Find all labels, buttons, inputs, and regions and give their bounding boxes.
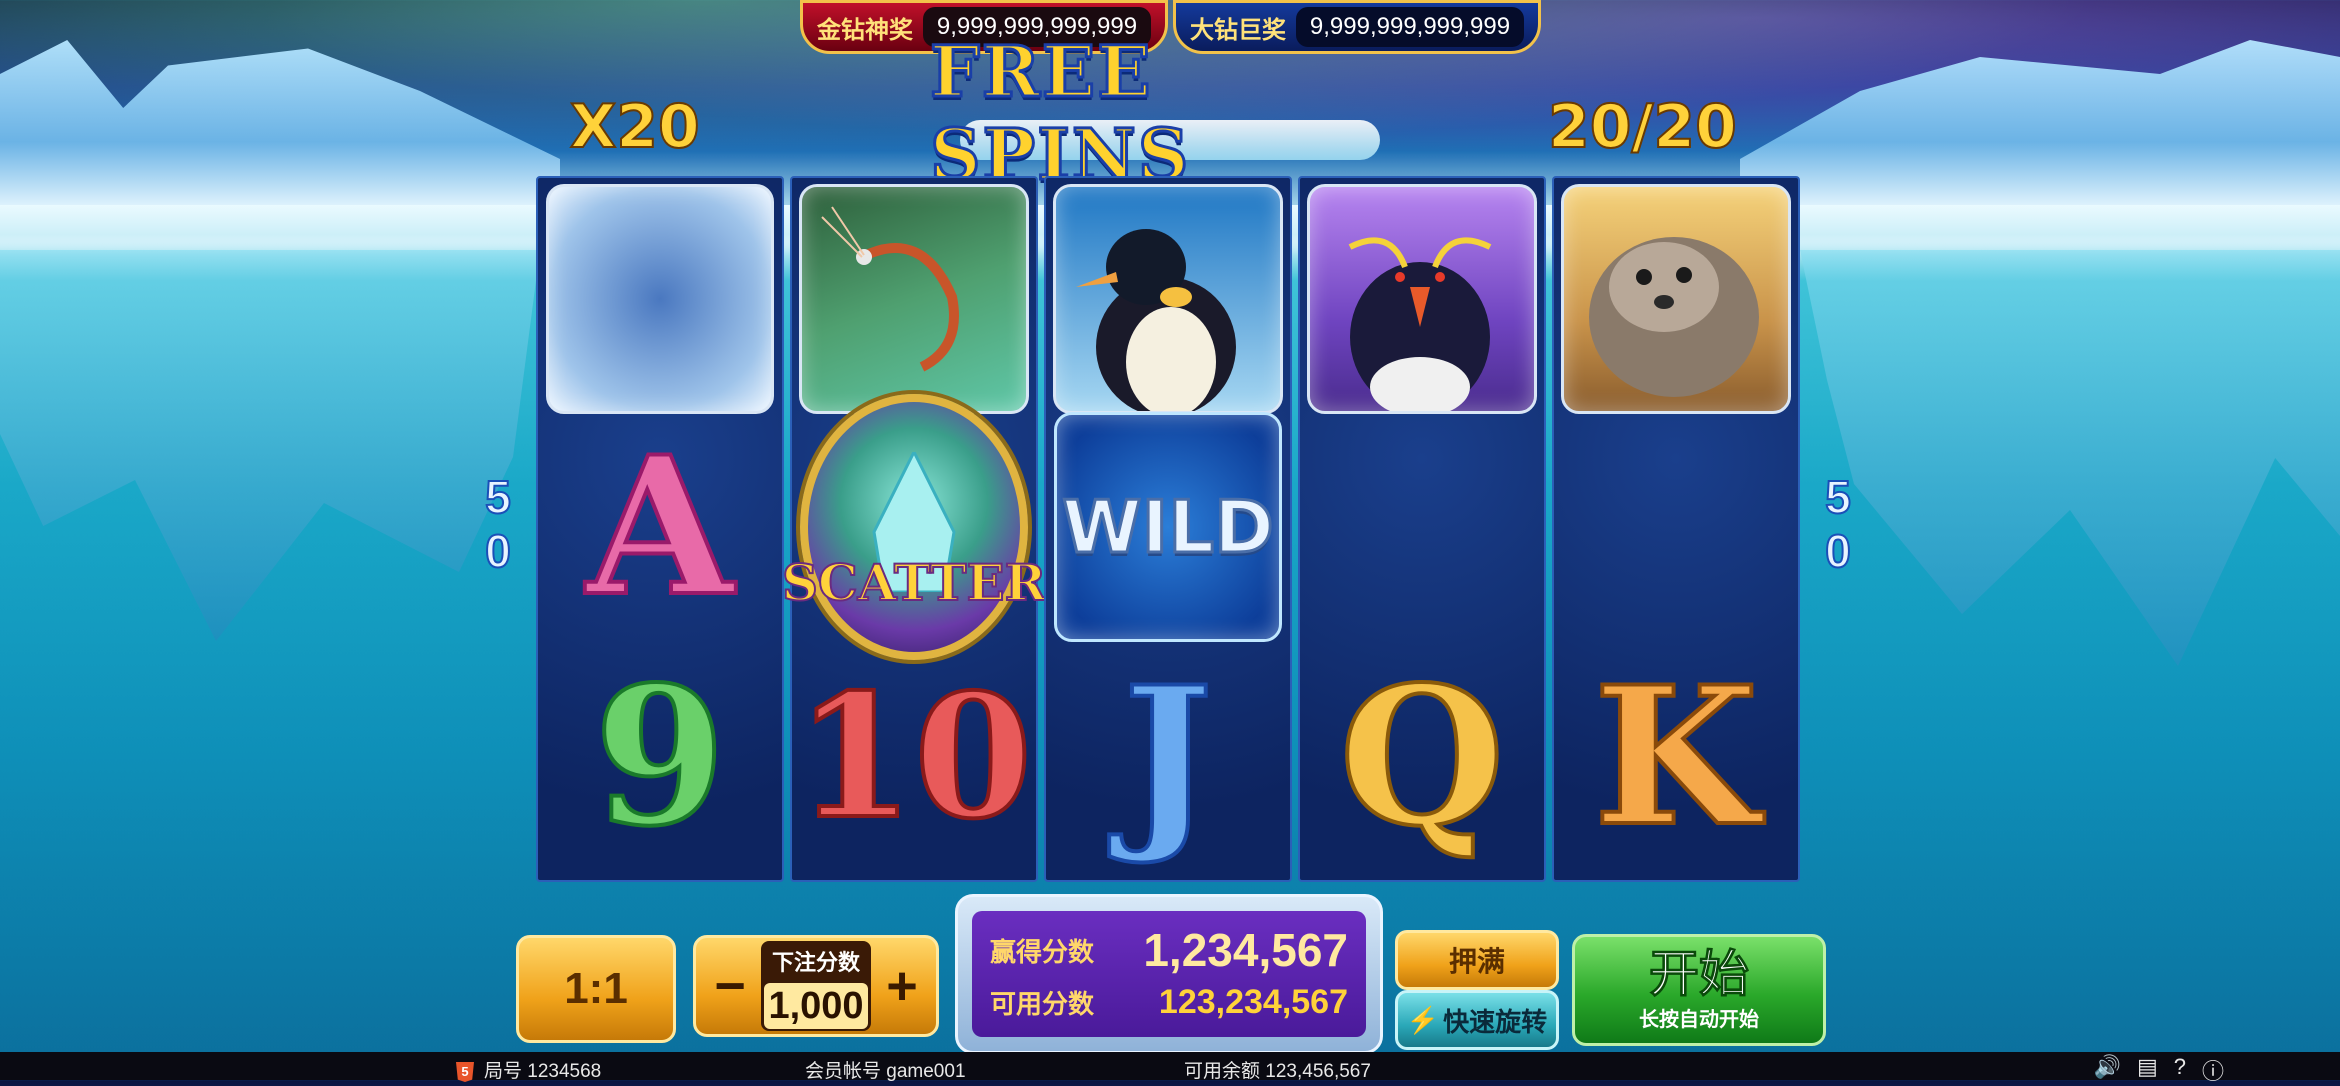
reel-1: A 9 bbox=[536, 176, 784, 882]
reel-cell bbox=[1053, 184, 1283, 417]
seal-symbol bbox=[1561, 184, 1791, 414]
lines-digit: 5 bbox=[1824, 470, 1852, 524]
history-icon[interactable]: ▤ bbox=[2137, 1054, 2158, 1086]
lightning-icon: ⚡ bbox=[1406, 1004, 1440, 1035]
score-panel: 赢得分数 1,234,567 可用分数 123,234,567 bbox=[955, 894, 1383, 1054]
credit-value: 123,234,567 bbox=[1158, 983, 1348, 1021]
wild-symbol: WILD bbox=[1054, 412, 1282, 642]
bet-increase-button[interactable]: + bbox=[882, 955, 922, 1017]
start-label: 开始 bbox=[1649, 945, 1750, 1002]
reel-cell: K bbox=[1562, 644, 1790, 870]
reel-cell bbox=[1561, 184, 1791, 414]
ice-block-symbol bbox=[546, 184, 774, 414]
bet-display: 下注分数 1,000 bbox=[761, 941, 871, 1031]
bet-selector: − 下注分数 1,000 + bbox=[693, 935, 939, 1037]
reel-5: K bbox=[1552, 176, 1800, 882]
free-spins-banner: FREE SPINS bbox=[929, 29, 1410, 198]
credit-label: 可用分数 bbox=[990, 989, 1095, 1019]
reel-cell bbox=[1308, 414, 1536, 640]
jackpot-label: 金钻神奖 bbox=[817, 16, 913, 44]
letter-k-symbol: K bbox=[1591, 645, 1760, 868]
lines-indicator-right: 5 0 bbox=[1818, 470, 1858, 578]
win-label: 赢得分数 bbox=[990, 936, 1095, 967]
emperor-penguin-icon bbox=[1076, 229, 1236, 417]
shrimp-icon bbox=[821, 206, 959, 372]
scatter-symbol: SCATTER bbox=[781, 394, 1047, 660]
scatter-label: SCATTER bbox=[781, 552, 1047, 613]
rockhopper-penguin-icon bbox=[1348, 237, 1492, 417]
win-row: 赢得分数 1,234,567 bbox=[990, 923, 1348, 977]
bet-label: 下注分数 bbox=[771, 950, 860, 975]
bet-value: 1,000 bbox=[764, 983, 868, 1029]
letter-j-symbol: J bbox=[1121, 645, 1215, 868]
reel-2: SCATTER 10 bbox=[781, 176, 1047, 882]
help-icon[interactable]: ? bbox=[2174, 1054, 2186, 1086]
reel-cell: SCATTER bbox=[781, 394, 1047, 660]
html5-icon: 5 bbox=[456, 1061, 474, 1082]
lines-digit: 5 bbox=[484, 470, 512, 524]
reel-cell bbox=[1307, 184, 1537, 417]
ratio-button[interactable]: 1:1 bbox=[516, 935, 676, 1043]
reel-cell bbox=[799, 184, 1029, 414]
win-value: 1,234,567 bbox=[1143, 924, 1348, 976]
wild-label: WILD bbox=[1061, 484, 1276, 571]
iceberg-right-underwater bbox=[1800, 250, 2340, 666]
info-icon[interactable]: ⓘ bbox=[2202, 1054, 2224, 1086]
shrimp-symbol bbox=[799, 184, 1029, 414]
credit-row: 可用分数 123,234,567 bbox=[990, 983, 1348, 1022]
bet-decrease-button[interactable]: − bbox=[710, 955, 750, 1017]
iceberg-left-underwater bbox=[0, 250, 540, 641]
letter-a-symbol: A bbox=[584, 415, 735, 638]
free-spin-counter: 20/20 bbox=[1547, 91, 1738, 163]
max-bet-button[interactable]: 押满 bbox=[1395, 930, 1559, 990]
nine-symbol: 9 bbox=[592, 645, 728, 868]
start-spin-button[interactable]: 开始 长按自动开始 bbox=[1572, 934, 1826, 1046]
reel-cell: 10 bbox=[794, 644, 1035, 870]
reel-4: Q bbox=[1298, 176, 1546, 882]
lines-digit: 0 bbox=[484, 524, 512, 578]
status-icons: 🔊 ▤ ? ⓘ bbox=[2094, 1054, 2224, 1086]
emperor-penguin-symbol bbox=[1053, 184, 1283, 417]
free-spins-title: FREE SPINS bbox=[929, 29, 1191, 198]
reel-cell: 9 bbox=[546, 644, 774, 870]
reel-grid: A 9 SCATTER 10 WILD J Q K bbox=[536, 176, 1804, 882]
reel-cell bbox=[546, 184, 774, 414]
score-panel-inner: 赢得分数 1,234,567 可用分数 123,234,567 bbox=[972, 911, 1366, 1037]
sound-icon[interactable]: 🔊 bbox=[2094, 1054, 2121, 1086]
member-account: 会员帐号 game001 bbox=[805, 1061, 966, 1082]
reel-cell: J bbox=[1054, 644, 1282, 870]
reel-cell bbox=[1562, 414, 1790, 640]
win-multiplier: X20 bbox=[569, 91, 701, 163]
letter-q-symbol: Q bbox=[1337, 645, 1507, 868]
round-text: 局号 1234568 bbox=[484, 1061, 602, 1082]
lines-digit: 0 bbox=[1824, 524, 1852, 578]
reel-cell: WILD bbox=[1054, 412, 1282, 642]
available-balance: 可用余额 123,456,567 bbox=[1184, 1061, 1371, 1082]
lines-indicator-left: 5 0 bbox=[478, 470, 518, 578]
reel-cell: A bbox=[546, 414, 774, 640]
reel-3: WILD J bbox=[1044, 176, 1292, 882]
rockhopper-penguin-symbol bbox=[1307, 184, 1537, 417]
quick-spin-label: 快速旋转 bbox=[1443, 1006, 1548, 1037]
start-sub-label: 长按自动开始 bbox=[1639, 1008, 1759, 1031]
seal-icon bbox=[1589, 237, 1759, 397]
round-number: 5 局号 1234568 bbox=[456, 1056, 601, 1083]
ten-symbol: 10 bbox=[794, 657, 1035, 857]
status-bar: 5 局号 1234568 会员帐号 game001 可用余额 123,456,56… bbox=[0, 1052, 2340, 1084]
quick-spin-button[interactable]: ⚡ 快速旋转 bbox=[1395, 990, 1559, 1050]
reel-cell: Q bbox=[1308, 644, 1536, 870]
